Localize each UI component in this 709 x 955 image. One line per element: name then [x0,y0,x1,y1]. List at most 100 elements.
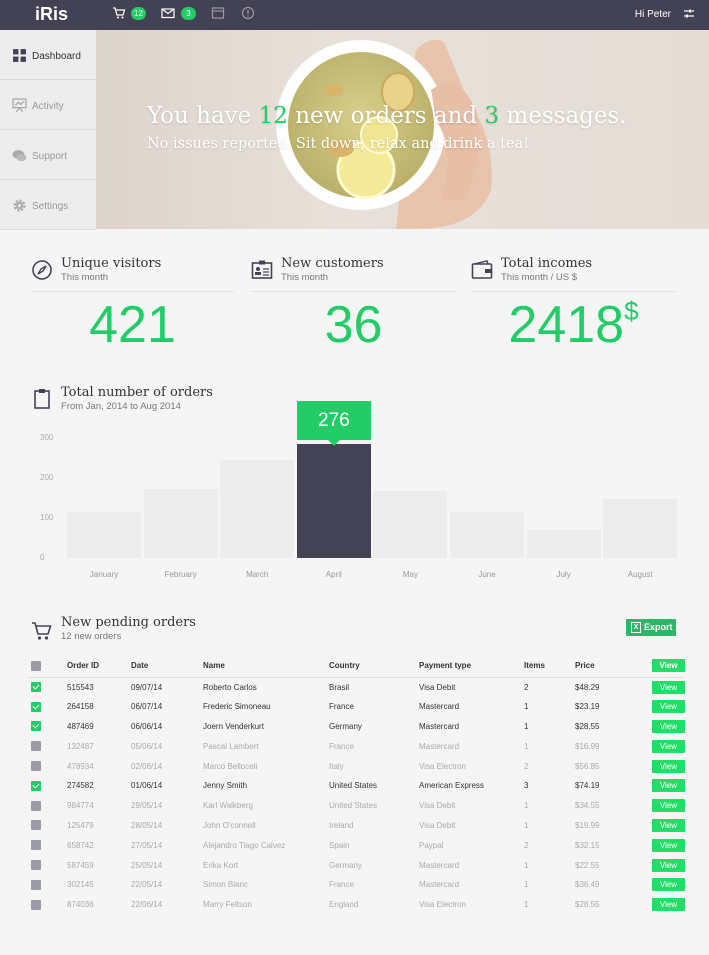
table-row: 587459 25/05/14 Erika Kort Germany Mastercar… [27,855,685,875]
bar-june[interactable] [450,512,524,558]
view-button[interactable]: View [652,779,685,793]
calendar-icon[interactable] [211,6,225,20]
chart-title: Total number of orders [61,385,213,400]
order-date: 06/06/14 [131,721,163,731]
column-header[interactable]: Date [131,655,203,678]
cart-badge: 12 [131,7,146,20]
payment-type: Visa Debit [419,682,456,692]
sidebar-item-support[interactable]: Support [0,130,96,180]
view-button[interactable]: View [652,680,685,694]
id-card-icon [251,260,273,279]
row-checkbox[interactable] [31,800,41,811]
column-header[interactable]: Country [329,655,419,678]
price: $22.55 [575,860,600,870]
row-checkbox[interactable] [31,741,41,752]
view-button[interactable]: View [652,719,685,733]
items-count: 1 [524,801,529,811]
column-header[interactable]: Price [575,655,635,678]
price: $28.55 [575,721,600,731]
bar-february[interactable] [143,489,218,558]
logo[interactable]: iRis [35,4,68,25]
order-id: 264158 [67,702,94,712]
x-tick-label: April [325,570,342,579]
sidebar-item-label: Dashboard [32,51,81,62]
view-all-button[interactable]: View [652,659,685,673]
info-icon[interactable] [241,6,255,20]
sidebar-item-label: Settings [32,201,69,212]
column-header[interactable]: Items [524,655,575,678]
sidebar-item-dashboard[interactable]: Dashboard [0,30,96,80]
x-tick-label: June [478,570,496,579]
items-count: 2 [524,682,529,692]
row-checkbox[interactable] [31,879,41,890]
row-checkbox[interactable] [31,860,41,871]
order-id: 125479 [67,820,94,830]
table-header-row: Order ID Date Name Country Payment type … [27,655,685,678]
export-button[interactable]: X Export [626,619,676,636]
row-checkbox[interactable] [31,761,41,772]
items-count: 1 [524,860,529,870]
customer-name: Joern Venderkurt [203,721,264,731]
hero-orders-count: 12 [258,103,288,129]
top-bar: iRis 12 3 Hi Peter [0,0,709,30]
view-button[interactable]: View [652,838,685,852]
stat-title: Unique visitors [61,256,162,271]
price: $28.55 [575,900,600,910]
row-checkbox[interactable] [31,721,41,732]
clipboard-icon [34,389,50,409]
mail-icon[interactable] [161,6,175,20]
payment-type: Mastercard [419,741,460,751]
bar-april[interactable] [296,444,371,558]
row-checkbox[interactable] [31,780,41,791]
customer-name: Marco Belloceli [203,761,258,771]
customer-name: John O'connell [203,820,256,830]
country: Ireland [329,820,354,830]
view-button[interactable]: View [652,818,685,832]
view-button[interactable]: View [652,759,685,773]
sidebar-item-activity[interactable]: Activity [0,80,96,130]
x-tick-label: March [246,570,269,579]
items-count: 1 [524,820,529,830]
view-button[interactable]: View [652,700,685,714]
view-button[interactable]: View [652,858,685,872]
row-checkbox[interactable] [31,899,41,910]
items-count: 1 [524,741,529,751]
column-header[interactable]: Order ID [67,655,131,678]
view-button[interactable]: View [652,898,685,912]
row-checkbox[interactable] [31,682,41,693]
country: France [329,702,354,712]
bar-may[interactable] [373,491,448,558]
view-button[interactable]: View [652,799,685,813]
mail-badge: 3 [181,7,196,20]
row-checkbox[interactable] [31,840,41,851]
sidebar-item-label: Activity [32,101,64,112]
column-header[interactable]: Payment type [419,655,524,678]
bar-march[interactable] [220,460,295,558]
price: $34.55 [575,801,600,811]
payment-type: Mastercard [419,880,460,890]
payment-type: Mastercard [419,721,460,731]
price: $74.19 [575,781,600,791]
sidebar-item-settings[interactable]: Settings [0,180,96,230]
view-button[interactable]: View [652,878,685,892]
bar-august[interactable] [603,498,678,558]
table-row: 487469 06/06/14 Joern Venderkurt Germany Mas… [27,717,685,737]
bar-january[interactable] [67,512,141,558]
order-id: 515543 [67,682,94,692]
items-count: 3 [524,781,529,791]
user-greeting[interactable]: Hi Peter [635,9,671,20]
row-checkbox[interactable] [31,701,41,712]
sliders-icon[interactable] [683,8,695,20]
country: Spain [329,840,350,850]
order-id: 587459 [67,860,94,870]
stat-value-incomes: 2418$ [508,296,639,354]
cart-icon[interactable] [112,6,126,20]
row-checkbox[interactable] [31,820,41,831]
order-id: 302145 [67,880,94,890]
select-all-checkbox[interactable] [31,660,41,671]
column-header[interactable]: Name [203,655,329,678]
country: Brasil [329,682,350,692]
bar-july[interactable] [526,530,601,558]
view-button[interactable]: View [652,739,685,753]
table-row: 132487 05/06/14 Pascal Lambert France Master… [27,736,685,756]
